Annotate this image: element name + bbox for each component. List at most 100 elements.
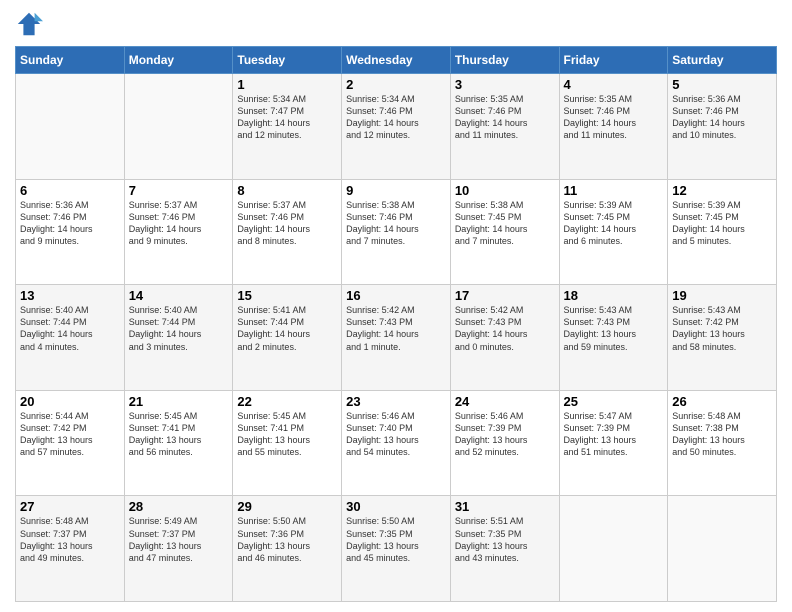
day-number: 7 (129, 183, 229, 198)
day-info: Sunrise: 5:46 AM Sunset: 7:40 PM Dayligh… (346, 410, 446, 459)
day-number: 5 (672, 77, 772, 92)
calendar-cell: 7Sunrise: 5:37 AM Sunset: 7:46 PM Daylig… (124, 179, 233, 285)
calendar-cell: 2Sunrise: 5:34 AM Sunset: 7:46 PM Daylig… (342, 74, 451, 180)
day-number: 16 (346, 288, 446, 303)
week-row-4: 20Sunrise: 5:44 AM Sunset: 7:42 PM Dayli… (16, 390, 777, 496)
day-info: Sunrise: 5:36 AM Sunset: 7:46 PM Dayligh… (20, 199, 120, 248)
calendar-cell: 14Sunrise: 5:40 AM Sunset: 7:44 PM Dayli… (124, 285, 233, 391)
day-info: Sunrise: 5:41 AM Sunset: 7:44 PM Dayligh… (237, 304, 337, 353)
calendar-cell: 5Sunrise: 5:36 AM Sunset: 7:46 PM Daylig… (668, 74, 777, 180)
day-info: Sunrise: 5:45 AM Sunset: 7:41 PM Dayligh… (237, 410, 337, 459)
calendar-cell: 8Sunrise: 5:37 AM Sunset: 7:46 PM Daylig… (233, 179, 342, 285)
calendar-cell: 6Sunrise: 5:36 AM Sunset: 7:46 PM Daylig… (16, 179, 125, 285)
day-info: Sunrise: 5:46 AM Sunset: 7:39 PM Dayligh… (455, 410, 555, 459)
day-number: 12 (672, 183, 772, 198)
day-info: Sunrise: 5:50 AM Sunset: 7:36 PM Dayligh… (237, 515, 337, 564)
week-row-3: 13Sunrise: 5:40 AM Sunset: 7:44 PM Dayli… (16, 285, 777, 391)
weekday-header-saturday: Saturday (668, 47, 777, 74)
day-info: Sunrise: 5:35 AM Sunset: 7:46 PM Dayligh… (564, 93, 664, 142)
day-number: 24 (455, 394, 555, 409)
day-info: Sunrise: 5:40 AM Sunset: 7:44 PM Dayligh… (20, 304, 120, 353)
day-number: 6 (20, 183, 120, 198)
day-number: 27 (20, 499, 120, 514)
day-info: Sunrise: 5:35 AM Sunset: 7:46 PM Dayligh… (455, 93, 555, 142)
day-info: Sunrise: 5:36 AM Sunset: 7:46 PM Dayligh… (672, 93, 772, 142)
day-info: Sunrise: 5:43 AM Sunset: 7:42 PM Dayligh… (672, 304, 772, 353)
week-row-1: 1Sunrise: 5:34 AM Sunset: 7:47 PM Daylig… (16, 74, 777, 180)
day-info: Sunrise: 5:44 AM Sunset: 7:42 PM Dayligh… (20, 410, 120, 459)
day-number: 23 (346, 394, 446, 409)
day-info: Sunrise: 5:34 AM Sunset: 7:47 PM Dayligh… (237, 93, 337, 142)
logo (15, 10, 47, 38)
day-info: Sunrise: 5:39 AM Sunset: 7:45 PM Dayligh… (564, 199, 664, 248)
weekday-header-friday: Friday (559, 47, 668, 74)
calendar-cell (16, 74, 125, 180)
calendar-cell: 24Sunrise: 5:46 AM Sunset: 7:39 PM Dayli… (450, 390, 559, 496)
calendar-cell: 22Sunrise: 5:45 AM Sunset: 7:41 PM Dayli… (233, 390, 342, 496)
calendar-cell: 4Sunrise: 5:35 AM Sunset: 7:46 PM Daylig… (559, 74, 668, 180)
calendar-cell: 13Sunrise: 5:40 AM Sunset: 7:44 PM Dayli… (16, 285, 125, 391)
day-number: 19 (672, 288, 772, 303)
day-info: Sunrise: 5:37 AM Sunset: 7:46 PM Dayligh… (237, 199, 337, 248)
day-info: Sunrise: 5:37 AM Sunset: 7:46 PM Dayligh… (129, 199, 229, 248)
day-number: 20 (20, 394, 120, 409)
weekday-header-monday: Monday (124, 47, 233, 74)
calendar-cell: 12Sunrise: 5:39 AM Sunset: 7:45 PM Dayli… (668, 179, 777, 285)
day-info: Sunrise: 5:42 AM Sunset: 7:43 PM Dayligh… (455, 304, 555, 353)
calendar-cell: 20Sunrise: 5:44 AM Sunset: 7:42 PM Dayli… (16, 390, 125, 496)
weekday-header-thursday: Thursday (450, 47, 559, 74)
calendar-cell: 1Sunrise: 5:34 AM Sunset: 7:47 PM Daylig… (233, 74, 342, 180)
day-number: 3 (455, 77, 555, 92)
calendar-cell: 23Sunrise: 5:46 AM Sunset: 7:40 PM Dayli… (342, 390, 451, 496)
header (15, 10, 777, 38)
day-info: Sunrise: 5:50 AM Sunset: 7:35 PM Dayligh… (346, 515, 446, 564)
calendar-cell: 31Sunrise: 5:51 AM Sunset: 7:35 PM Dayli… (450, 496, 559, 602)
calendar-cell: 27Sunrise: 5:48 AM Sunset: 7:37 PM Dayli… (16, 496, 125, 602)
day-number: 28 (129, 499, 229, 514)
day-info: Sunrise: 5:38 AM Sunset: 7:45 PM Dayligh… (455, 199, 555, 248)
day-number: 21 (129, 394, 229, 409)
day-info: Sunrise: 5:43 AM Sunset: 7:43 PM Dayligh… (564, 304, 664, 353)
day-number: 31 (455, 499, 555, 514)
calendar-cell: 15Sunrise: 5:41 AM Sunset: 7:44 PM Dayli… (233, 285, 342, 391)
day-number: 2 (346, 77, 446, 92)
calendar-cell: 10Sunrise: 5:38 AM Sunset: 7:45 PM Dayli… (450, 179, 559, 285)
weekday-header-wednesday: Wednesday (342, 47, 451, 74)
week-row-5: 27Sunrise: 5:48 AM Sunset: 7:37 PM Dayli… (16, 496, 777, 602)
calendar-cell: 18Sunrise: 5:43 AM Sunset: 7:43 PM Dayli… (559, 285, 668, 391)
calendar-cell: 30Sunrise: 5:50 AM Sunset: 7:35 PM Dayli… (342, 496, 451, 602)
calendar-cell: 19Sunrise: 5:43 AM Sunset: 7:42 PM Dayli… (668, 285, 777, 391)
week-row-2: 6Sunrise: 5:36 AM Sunset: 7:46 PM Daylig… (16, 179, 777, 285)
day-info: Sunrise: 5:49 AM Sunset: 7:37 PM Dayligh… (129, 515, 229, 564)
day-info: Sunrise: 5:45 AM Sunset: 7:41 PM Dayligh… (129, 410, 229, 459)
weekday-header-tuesday: Tuesday (233, 47, 342, 74)
day-info: Sunrise: 5:34 AM Sunset: 7:46 PM Dayligh… (346, 93, 446, 142)
day-info: Sunrise: 5:47 AM Sunset: 7:39 PM Dayligh… (564, 410, 664, 459)
calendar-cell (124, 74, 233, 180)
day-number: 17 (455, 288, 555, 303)
calendar-cell: 28Sunrise: 5:49 AM Sunset: 7:37 PM Dayli… (124, 496, 233, 602)
calendar: SundayMondayTuesdayWednesdayThursdayFrid… (15, 46, 777, 602)
day-number: 29 (237, 499, 337, 514)
calendar-cell: 21Sunrise: 5:45 AM Sunset: 7:41 PM Dayli… (124, 390, 233, 496)
calendar-cell: 29Sunrise: 5:50 AM Sunset: 7:36 PM Dayli… (233, 496, 342, 602)
day-info: Sunrise: 5:40 AM Sunset: 7:44 PM Dayligh… (129, 304, 229, 353)
day-info: Sunrise: 5:48 AM Sunset: 7:37 PM Dayligh… (20, 515, 120, 564)
calendar-cell: 9Sunrise: 5:38 AM Sunset: 7:46 PM Daylig… (342, 179, 451, 285)
logo-icon (15, 10, 43, 38)
weekday-header-row: SundayMondayTuesdayWednesdayThursdayFrid… (16, 47, 777, 74)
day-number: 10 (455, 183, 555, 198)
calendar-cell: 25Sunrise: 5:47 AM Sunset: 7:39 PM Dayli… (559, 390, 668, 496)
day-info: Sunrise: 5:42 AM Sunset: 7:43 PM Dayligh… (346, 304, 446, 353)
day-number: 25 (564, 394, 664, 409)
calendar-cell: 17Sunrise: 5:42 AM Sunset: 7:43 PM Dayli… (450, 285, 559, 391)
day-number: 1 (237, 77, 337, 92)
day-number: 26 (672, 394, 772, 409)
calendar-cell: 11Sunrise: 5:39 AM Sunset: 7:45 PM Dayli… (559, 179, 668, 285)
day-info: Sunrise: 5:39 AM Sunset: 7:45 PM Dayligh… (672, 199, 772, 248)
day-info: Sunrise: 5:51 AM Sunset: 7:35 PM Dayligh… (455, 515, 555, 564)
weekday-header-sunday: Sunday (16, 47, 125, 74)
day-number: 13 (20, 288, 120, 303)
day-number: 9 (346, 183, 446, 198)
day-number: 15 (237, 288, 337, 303)
